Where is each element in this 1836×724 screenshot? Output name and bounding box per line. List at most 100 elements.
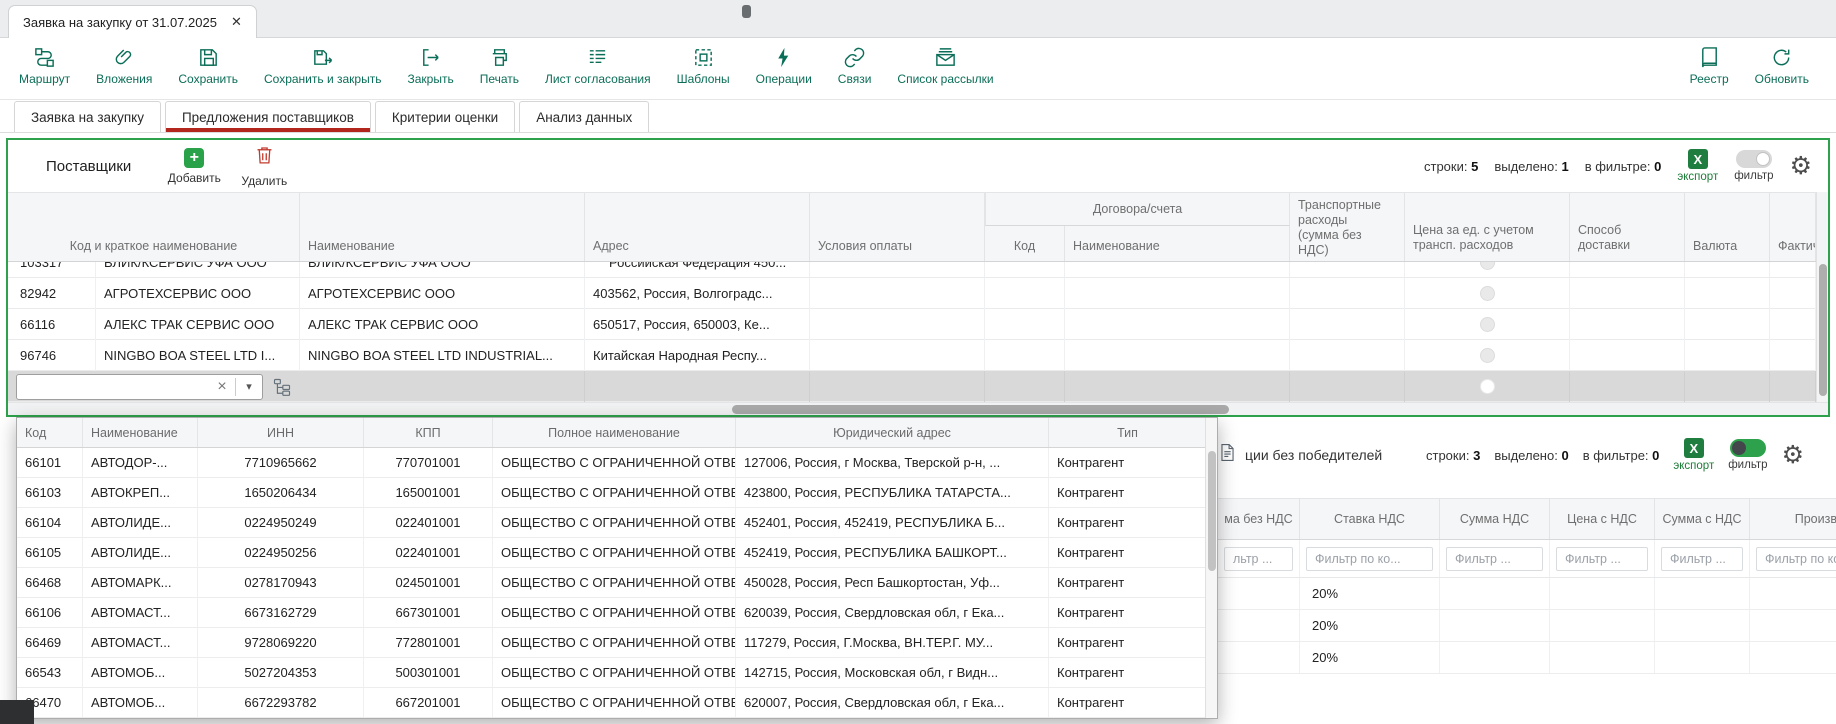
add-supplier-button[interactable]: + Добавить [159, 148, 229, 185]
position-row[interactable]: 20% [1218, 578, 1836, 610]
link-icon [843, 45, 867, 69]
filter-input[interactable] [1661, 547, 1743, 571]
route-button[interactable]: Маршрут [6, 45, 83, 86]
lookup-row[interactable]: 66470АВТОМОБ... 6672293782667201001 ОБЩЕ… [17, 688, 1207, 718]
lookup-column-legal-address[interactable]: Юридический адрес [736, 418, 1049, 447]
filter-input[interactable] [1306, 547, 1433, 571]
column-header-code-short-name[interactable]: Код и краткое наименование [8, 193, 300, 261]
lookup-row[interactable]: 66101АВТОДОР-... 7710965662770701001 ОБЩ… [17, 448, 1207, 478]
tab-analiz-dannyh[interactable]: Анализ данных [519, 101, 649, 132]
settings-gear-icon[interactable]: ⚙ [1790, 154, 1812, 179]
excel-icon: X [1688, 149, 1708, 169]
export-excel-button[interactable]: X экспорт [1677, 149, 1718, 183]
save-button[interactable]: Сохранить [165, 45, 251, 86]
lookup-header: Код Наименование ИНН КПП Полное наименов… [17, 418, 1207, 448]
filter-toggle[interactable]: фильтр [1734, 150, 1773, 182]
lookup-column-name[interactable]: Наименование [83, 418, 198, 447]
horizontal-scrollbar[interactable] [8, 402, 1828, 415]
transport-checkbox[interactable] [1480, 286, 1495, 301]
document-tab[interactable]: Заявка на закупку от 31.07.2025 ✕ [8, 5, 257, 38]
clear-icon[interactable]: × [209, 375, 235, 399]
column-header-vat-rate[interactable]: Ставка НДС [1300, 499, 1440, 539]
column-header-vat-sum[interactable]: Сумма НДС [1440, 499, 1550, 539]
lookup-row[interactable]: 66543АВТОМОБ... 5027204353500301001 ОБЩЕ… [17, 658, 1207, 688]
lookup-row[interactable]: 66105АВТОЛИДЕ... 0224950256022401001 ОБЩ… [17, 538, 1207, 568]
column-header-address[interactable]: Адрес [585, 193, 810, 261]
column-header-name[interactable]: Наименование [300, 193, 585, 261]
vertical-scrollbar[interactable] [1816, 192, 1828, 402]
selected-count: выделено: 0 [1494, 448, 1568, 463]
supplier-lookup-combobox[interactable]: × ▾ [16, 374, 263, 400]
supplier-row[interactable]: 66116АЛЕКС ТРАК СЕРВИС ООО АЛЕКС ТРАК СЕ… [8, 309, 1816, 340]
lookup-scrollbar[interactable] [1205, 418, 1217, 718]
bottom-stats-block: строки: 3 выделено: 0 в фильтре: 0 X экс… [1426, 438, 1804, 472]
column-header-factual[interactable]: Фактиче... [1770, 193, 1816, 261]
print-button[interactable]: Печать [467, 45, 532, 86]
operations-button[interactable]: Операции [743, 45, 825, 86]
attachments-button[interactable]: Вложения [83, 45, 165, 86]
lookup-row[interactable]: 66468АВТОМАРК... 0278170943024501001 ОБЩ… [17, 568, 1207, 598]
position-row[interactable]: 20% [1218, 642, 1836, 674]
column-header-manufacturer[interactable]: Произво... [1750, 499, 1836, 539]
transport-checkbox[interactable] [1480, 262, 1495, 270]
tab-zayavka[interactable]: Заявка на закупку [14, 101, 161, 132]
document-tab-title: Заявка на закупку от 31.07.2025 [23, 15, 217, 30]
chevron-down-icon[interactable]: ▾ [236, 380, 262, 393]
transport-checkbox[interactable] [1480, 317, 1495, 332]
filter-input[interactable] [1556, 547, 1648, 571]
suppliers-panel-toolbar: Поставщики + Добавить Удалить строки: 5 … [8, 140, 1828, 192]
new-supplier-row[interactable]: × ▾ [8, 371, 1816, 402]
lookup-scrollbar-thumb[interactable] [1208, 451, 1216, 571]
lookup-row[interactable]: 66103АВТОКРЕП... 1650206434165001001 ОБЩ… [17, 478, 1207, 508]
filter-input[interactable] [1756, 547, 1836, 571]
lookup-column-kpp[interactable]: КПП [364, 418, 493, 447]
column-header-delivery-method[interactable]: Способ доставки [1570, 193, 1685, 261]
vertical-scrollbar-thumb[interactable] [1819, 264, 1827, 396]
filter-input[interactable] [1224, 547, 1293, 571]
lookup-row[interactable]: 66106АВТОМАСТ... 6673162729667301001 ОБЩ… [17, 598, 1207, 628]
lookup-row[interactable]: 66104АВТОЛИДЕ... 0224950249022401001 ОБЩ… [17, 508, 1207, 538]
rows-count: строки: 3 [1426, 448, 1480, 463]
tab-predlozheniya-postavshchikov[interactable]: Предложения поставщиков [165, 101, 371, 132]
refresh-button[interactable]: Обновить [1742, 45, 1822, 86]
settings-gear-icon[interactable]: ⚙ [1782, 443, 1804, 468]
column-header-transport-costs[interactable]: Транспортные расходы (сумма без НДС) [1290, 193, 1405, 261]
lookup-column-type[interactable]: Тип [1049, 418, 1207, 447]
suppliers-grid-header: Код и краткое наименование Наименование … [8, 192, 1816, 262]
column-header-currency[interactable]: Валюта [1685, 193, 1770, 261]
column-header-sum-without-vat[interactable]: ма без НДС [1218, 499, 1300, 539]
column-header-payment-terms[interactable]: Условия оплаты [810, 193, 985, 261]
delete-supplier-button[interactable]: Удалить [229, 144, 299, 188]
supplier-row[interactable]: 82942АГРОТЕХСЕРВИС ООО АГРОТЕХСЕРВИС ООО… [8, 278, 1816, 309]
lookup-column-full-name[interactable]: Полное наименование [493, 418, 736, 447]
transport-checkbox[interactable] [1480, 379, 1495, 394]
close-tab-icon[interactable]: ✕ [231, 14, 242, 30]
lookup-column-code[interactable]: Код [17, 418, 83, 447]
horizontal-scrollbar-thumb[interactable] [732, 405, 1229, 414]
lookup-column-inn[interactable]: ИНН [198, 418, 364, 447]
active-tab-underline [166, 128, 370, 132]
supplier-lookup-input[interactable] [17, 376, 209, 398]
registry-button[interactable]: Реестр [1677, 45, 1742, 86]
supplier-row[interactable]: 96746NINGBO BOA STEEL LTD I... NINGBO BO… [8, 340, 1816, 371]
export-excel-button[interactable]: X экспорт [1673, 438, 1714, 472]
approval-sheet-button[interactable]: Лист согласования [532, 45, 664, 86]
save-and-close-button[interactable]: Сохранить и закрыть [251, 45, 394, 86]
close-document-button[interactable]: Закрыть [394, 45, 466, 86]
approval-sheet-icon [586, 45, 610, 69]
lookup-row[interactable]: 66469АВТОМАСТ... 9728069220772801001 ОБЩ… [17, 628, 1207, 658]
filter-input[interactable] [1446, 547, 1543, 571]
tab-kriterii-ocenki[interactable]: Критерии оценки [375, 101, 515, 132]
templates-button[interactable]: Шаблоны [664, 45, 743, 86]
column-header-sum-with-vat[interactable]: Сумма с НДС [1655, 499, 1750, 539]
toggle-off-icon [1736, 150, 1772, 168]
hierarchy-view-button[interactable] [270, 375, 294, 399]
links-button[interactable]: Связи [825, 45, 885, 86]
mailing-list-button[interactable]: Список рассылки [884, 45, 1006, 86]
position-row[interactable]: 20% [1218, 610, 1836, 642]
column-header-unit-price-with-transport[interactable]: Цена за ед. с учетом трансп. расходов [1405, 193, 1570, 261]
supplier-row[interactable]: 103317ВЛИК/КСЕРВИС УФА ООО ВЛИК/КСЕРВИС … [8, 262, 1816, 278]
filter-toggle[interactable]: фильтр [1728, 439, 1767, 471]
transport-checkbox[interactable] [1480, 348, 1495, 363]
column-header-price-with-vat[interactable]: Цена с НДС [1550, 499, 1655, 539]
